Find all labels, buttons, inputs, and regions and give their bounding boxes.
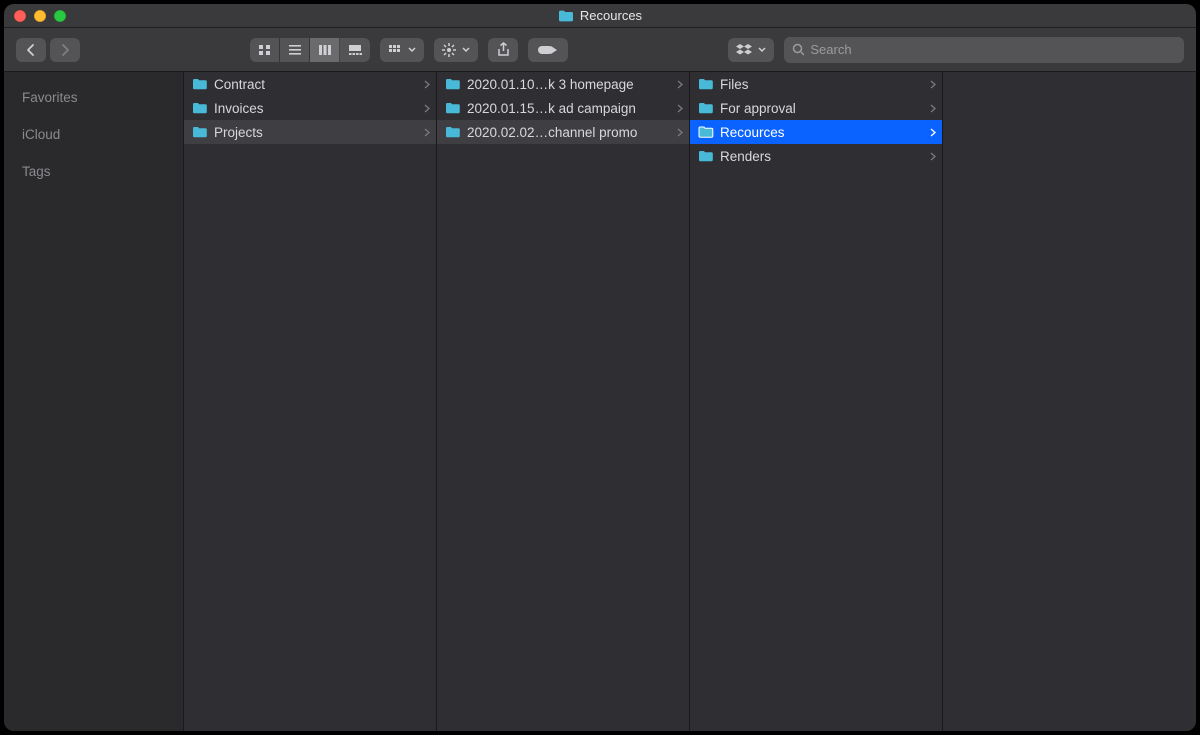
sidebar: Favorites iCloud Tags (4, 72, 184, 731)
disclosure-chevron (424, 128, 430, 137)
item-label: Files (720, 77, 924, 92)
disclosure-chevron (677, 80, 683, 89)
folder-icon (698, 126, 714, 138)
disclosure-chevron (424, 80, 430, 89)
disclosure-chevron (930, 128, 936, 137)
columns-icon (318, 44, 332, 56)
column-browser: Contract Invoices Projects 2020.01.10…k 3 h… (184, 72, 1196, 731)
list-item[interactable]: 2020.01.10…k 3 homepage (437, 72, 689, 96)
column-2[interactable]: Files For approval Recources Renders (690, 72, 943, 731)
chevron-right-icon (930, 128, 936, 137)
chevron-right-icon (930, 80, 936, 89)
item-label: Recources (720, 125, 924, 140)
dropbox-dropdown[interactable] (728, 38, 774, 62)
chevron-right-icon (677, 128, 683, 137)
share-icon (497, 42, 510, 57)
tags-button[interactable] (528, 38, 568, 62)
disclosure-chevron (930, 104, 936, 113)
groupby-dropdown[interactable] (380, 38, 424, 62)
item-label: For approval (720, 101, 924, 116)
list-icon (288, 44, 302, 56)
list-item[interactable]: Invoices (184, 96, 436, 120)
gallery-icon (348, 44, 362, 56)
folder-icon (445, 126, 461, 138)
back-button[interactable] (16, 38, 46, 62)
item-label: 2020.01.15…k ad campaign (467, 101, 671, 116)
item-label: Projects (214, 125, 418, 140)
list-item[interactable]: Recources (690, 120, 942, 144)
list-item[interactable]: 2020.01.15…k ad campaign (437, 96, 689, 120)
disclosure-chevron (677, 104, 683, 113)
folder-icon (192, 102, 208, 114)
list-item[interactable]: Renders (690, 144, 942, 168)
tag-icon (537, 44, 559, 56)
folder-icon (558, 10, 574, 22)
minimize-button[interactable] (34, 10, 46, 22)
chevron-right-icon (59, 43, 71, 57)
sidebar-section-favorites[interactable]: Favorites (4, 84, 183, 111)
chevron-down-icon (758, 47, 766, 53)
group-icon (388, 44, 402, 56)
window-title-text: Recources (580, 8, 642, 23)
folder-icon (445, 78, 461, 90)
toolbar (4, 28, 1196, 72)
disclosure-chevron (677, 128, 683, 137)
item-label: 2020.02.02…channel promo (467, 125, 671, 140)
dropbox-icon (736, 43, 752, 57)
item-label: Renders (720, 149, 924, 164)
view-list-button[interactable] (280, 38, 310, 62)
search-icon (792, 43, 804, 56)
folder-icon (192, 78, 208, 90)
chevron-down-icon (408, 47, 416, 53)
view-mode-segment (250, 38, 370, 62)
chevron-right-icon (424, 80, 430, 89)
list-item[interactable]: Files (690, 72, 942, 96)
search-input[interactable] (810, 42, 1176, 57)
titlebar: Recources (4, 4, 1196, 28)
sidebar-section-icloud[interactable]: iCloud (4, 121, 183, 148)
folder-icon (698, 150, 714, 162)
body: Favorites iCloud Tags Contract Invoices Pr… (4, 72, 1196, 731)
close-button[interactable] (14, 10, 26, 22)
window-title: Recources (4, 8, 1196, 23)
list-item[interactable]: 2020.02.02…channel promo (437, 120, 689, 144)
forward-button[interactable] (50, 38, 80, 62)
share-button[interactable] (488, 38, 518, 62)
sidebar-section-tags[interactable]: Tags (4, 158, 183, 185)
gear-icon (442, 43, 456, 57)
chevron-right-icon (424, 104, 430, 113)
chevron-right-icon (930, 104, 936, 113)
chevron-right-icon (677, 104, 683, 113)
item-label: Invoices (214, 101, 418, 116)
item-label: Contract (214, 77, 418, 92)
chevron-right-icon (930, 152, 936, 161)
column-1[interactable]: 2020.01.10…k 3 homepage 2020.01.15…k ad c… (437, 72, 690, 731)
finder-window: Recources (4, 4, 1196, 731)
column-0[interactable]: Contract Invoices Projects (184, 72, 437, 731)
action-dropdown[interactable] (434, 38, 478, 62)
chevron-right-icon (677, 80, 683, 89)
zoom-button[interactable] (54, 10, 66, 22)
disclosure-chevron (930, 152, 936, 161)
chevron-left-icon (25, 43, 37, 57)
list-item[interactable]: Projects (184, 120, 436, 144)
list-item[interactable]: Contract (184, 72, 436, 96)
item-label: 2020.01.10…k 3 homepage (467, 77, 671, 92)
view-columns-button[interactable] (310, 38, 340, 62)
column-3[interactable] (943, 72, 1196, 731)
disclosure-chevron (424, 104, 430, 113)
folder-icon (698, 102, 714, 114)
list-item[interactable]: For approval (690, 96, 942, 120)
search-field[interactable] (784, 37, 1184, 63)
chevron-right-icon (424, 128, 430, 137)
window-controls (14, 10, 66, 22)
chevron-down-icon (462, 47, 470, 53)
folder-icon (698, 78, 714, 90)
grid-icon (258, 44, 272, 56)
disclosure-chevron (930, 80, 936, 89)
view-gallery-button[interactable] (340, 38, 370, 62)
folder-icon (192, 126, 208, 138)
view-icons-button[interactable] (250, 38, 280, 62)
folder-icon (445, 102, 461, 114)
